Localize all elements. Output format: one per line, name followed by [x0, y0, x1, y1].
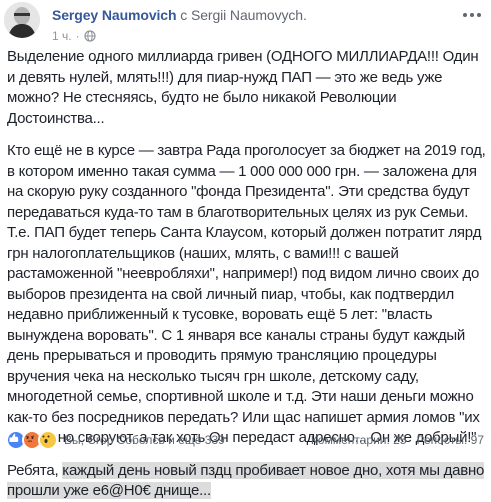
post-time[interactable]: 1 ч. — [52, 29, 72, 43]
paragraph-3-plain: Ребята, — [7, 461, 63, 479]
author-name[interactable]: Sergey Naumovich — [52, 7, 177, 23]
avatar[interactable] — [4, 2, 40, 38]
wow-icon — [38, 430, 58, 450]
post-footer: Вы, Єгор Соболєв и ещё 339 Комментарии: … — [6, 429, 484, 451]
reactions-summary[interactable] — [6, 430, 58, 450]
highlighted-text: каждый день новый пздц пробивает новое д… — [7, 461, 485, 499]
tagged-person[interactable]: Sergii Naumovych. — [191, 7, 307, 23]
author-line: Sergey Naumovich с Sergii Naumovych. — [52, 7, 307, 23]
globe-icon — [83, 30, 96, 42]
reactions-text[interactable]: Вы, Єгор Соболєв и ещё 339 — [64, 433, 225, 447]
paragraph-3: Ребята, каждый день новый пздц пробивает… — [7, 461, 487, 502]
paragraph-2: Кто ещё не в курсе — завтра Рада проголо… — [7, 142, 486, 446]
with-word: с — [180, 7, 188, 23]
separator-dot: · — [75, 29, 80, 43]
post-meta: 1 ч. · — [52, 29, 96, 43]
comments-count[interactable]: Комментарии: 25 — [311, 433, 407, 447]
shares-count[interactable]: Репосты: 97 — [417, 433, 484, 447]
more-options-icon[interactable] — [461, 8, 483, 22]
avatar-photo — [4, 2, 40, 38]
post-header: Sergey Naumovich с Sergii Naumovych. 1 ч… — [0, 0, 491, 50]
paragraph-1: Выделение одного миллиарда гривен (ОДНОГ… — [7, 48, 479, 127]
